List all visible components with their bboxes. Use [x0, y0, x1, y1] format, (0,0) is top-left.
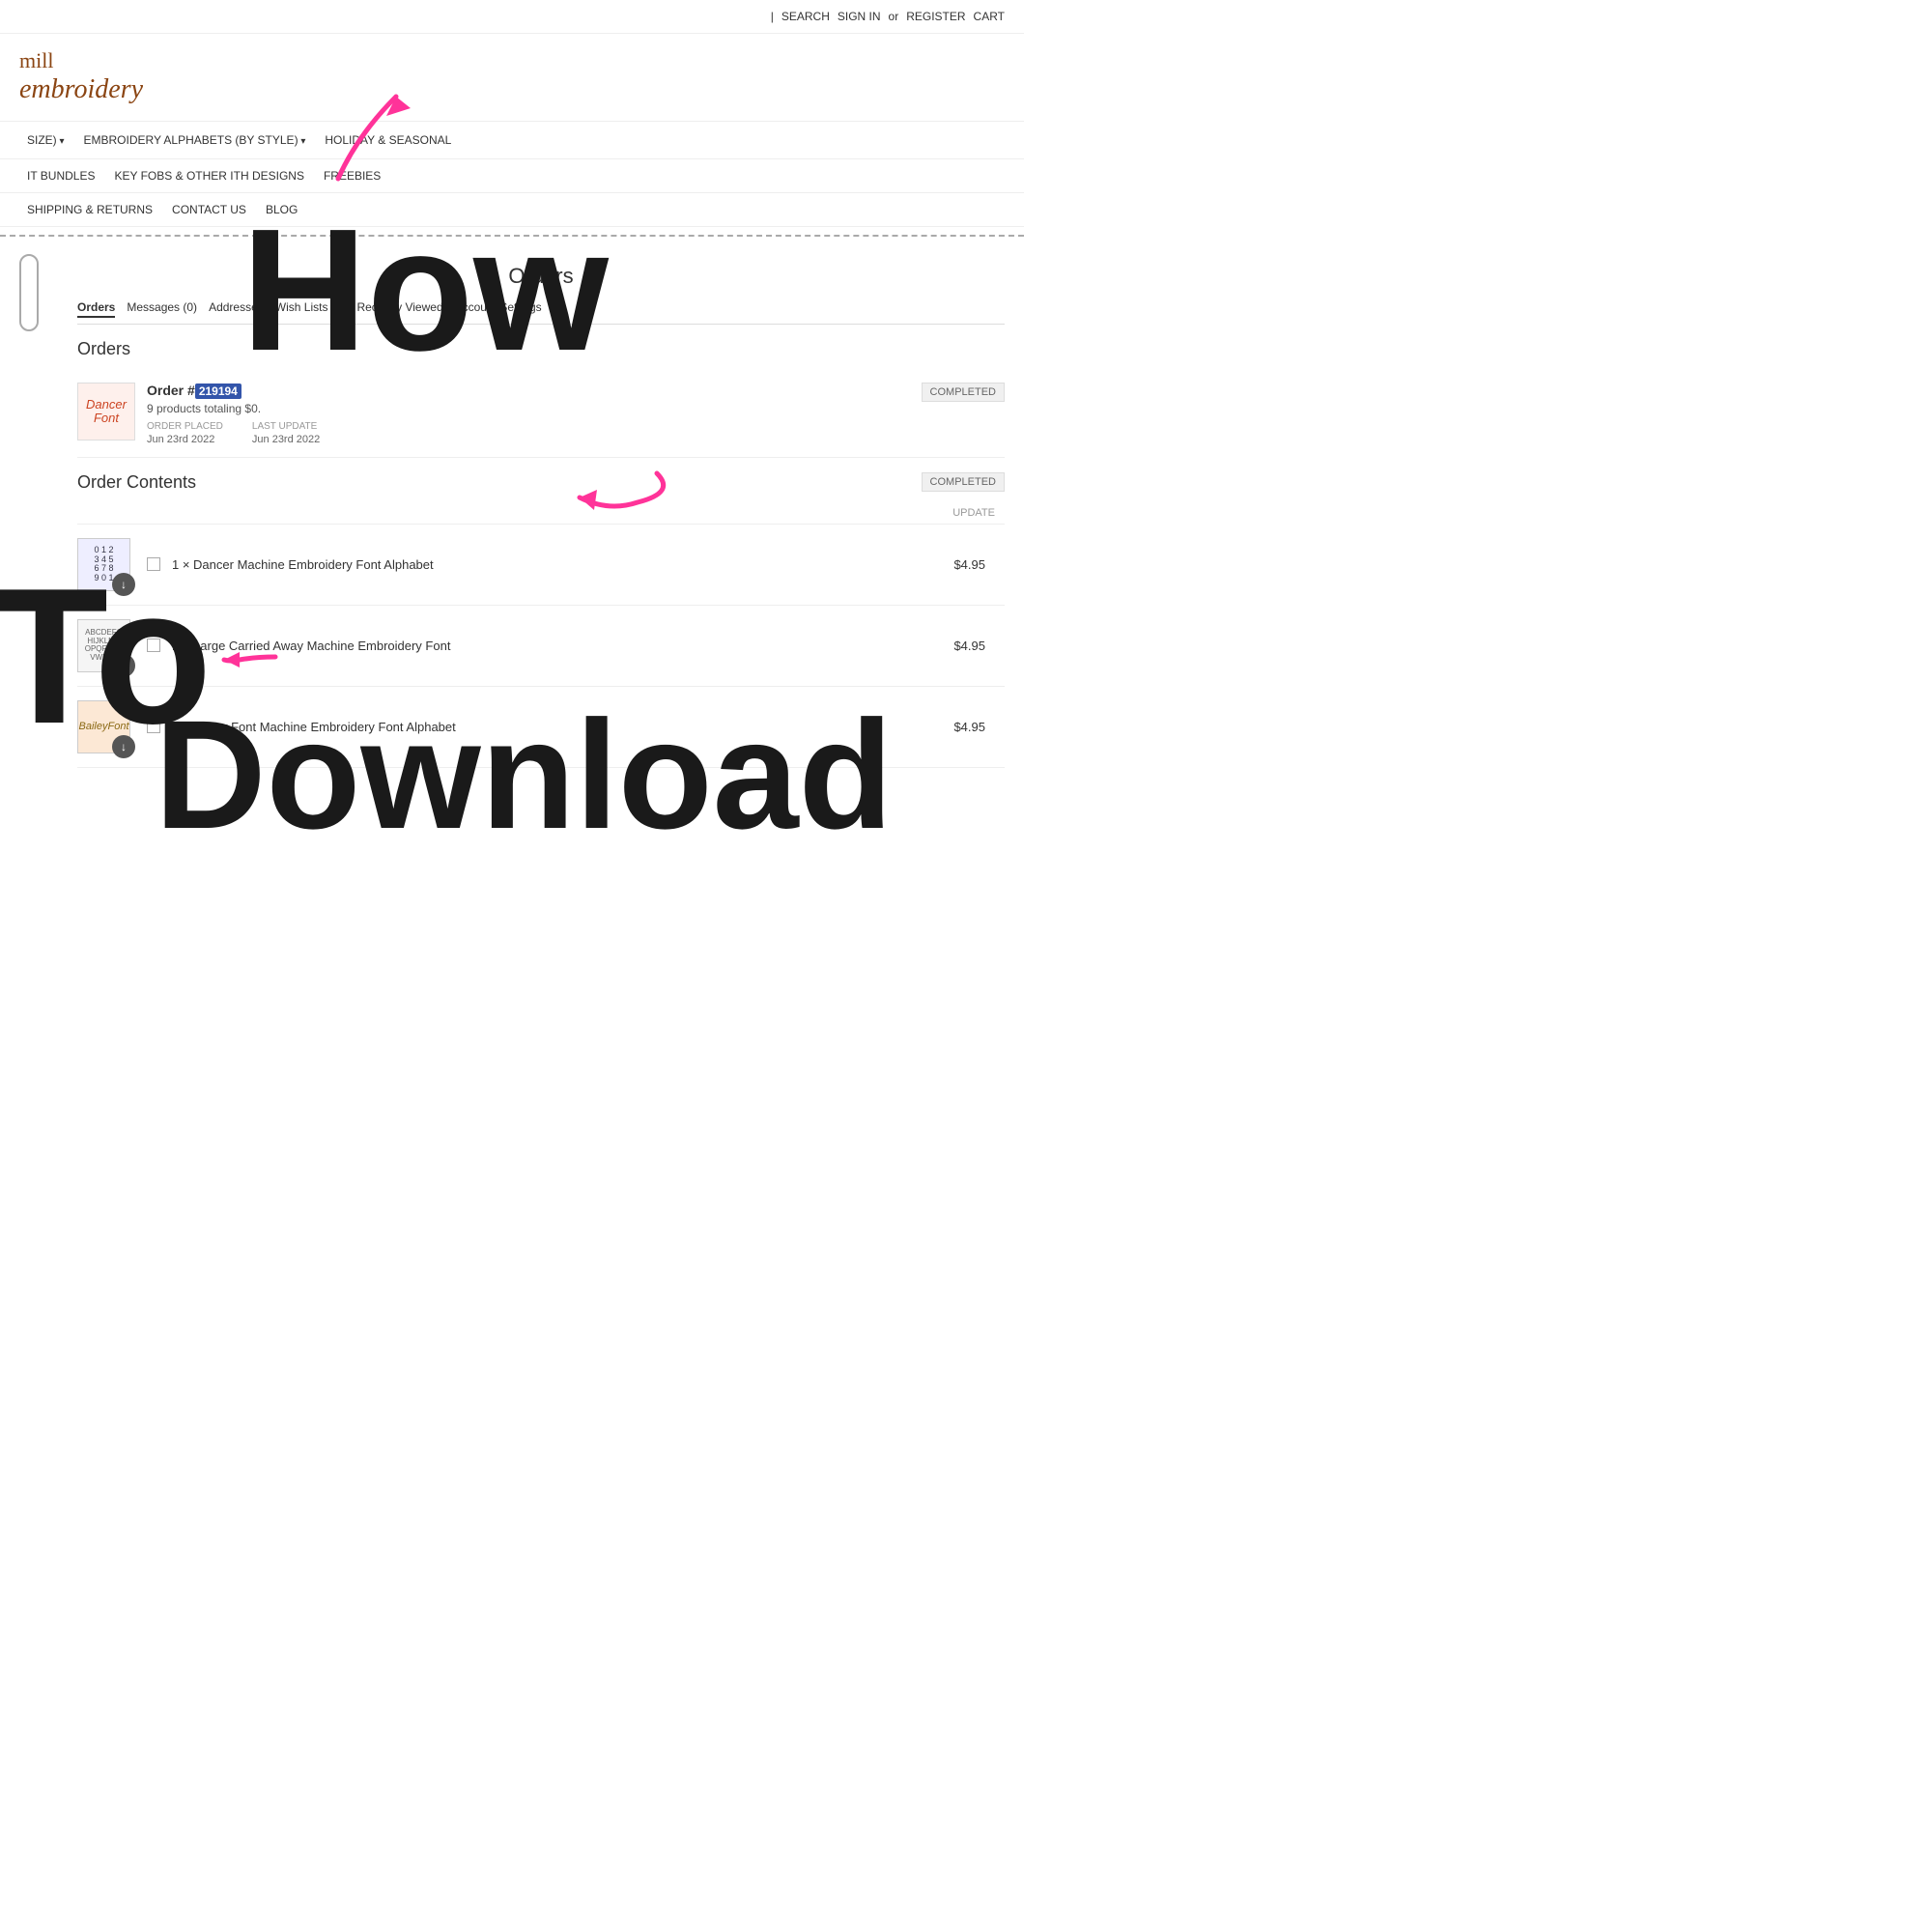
register-link[interactable]: REGISTER [906, 10, 965, 23]
nav-embroidery-alphabets[interactable]: EMBROIDERY ALPHABETS (BY STYLE) [75, 129, 313, 151]
nav-blog[interactable]: BLOG [258, 199, 305, 220]
tab-wishlists[interactable]: Wish Lists (2) [275, 298, 346, 318]
product-thumb-wrap-dancer: 0 1 23 4 56 7 89 0 1 ↓ [77, 538, 135, 591]
or-text: or [889, 10, 899, 23]
nav-bundles[interactable]: IT BUNDLES [19, 165, 102, 186]
page-title: Orders [77, 254, 1005, 289]
order-number-link[interactable]: 219194 [195, 384, 242, 399]
order-last-update-label: LAST UPDATE [252, 421, 320, 432]
nav-size[interactable]: SIZE) [19, 129, 71, 151]
order-last-update: LAST UPDATE Jun 23rd 2022 [252, 421, 320, 445]
product-checkbox-dancer[interactable] [147, 557, 160, 571]
logo-area: mill embroidery [0, 34, 1024, 121]
product-name-dancer: 1 × Dancer Machine Embroidery Font Alpha… [172, 557, 942, 572]
main-content: Orders Orders Messages (0) Addresses Wis… [58, 244, 1024, 778]
product-list-header: UPDATE [77, 502, 1005, 525]
tab-account-settings[interactable]: Account Settings [455, 298, 542, 318]
sidebar [0, 244, 58, 778]
product-thumb-wrap-bailey: BaileyFont ↓ [77, 700, 135, 753]
orders-section-title: Orders [77, 339, 1005, 359]
order-placed-label: ORDER PLACED [147, 421, 223, 432]
product-price-carried: $4.95 [953, 639, 985, 653]
product-name-bailey: 1 × Bailey Font Machine Embroidery Font … [172, 720, 942, 734]
product-checkbox-bailey[interactable] [147, 720, 160, 733]
sub-nav-row2: SHIPPING & RETURNS CONTACT US BLOG [0, 193, 1024, 227]
tab-addresses[interactable]: Addresses [209, 298, 264, 318]
order-info: Order #219194 9 products totaling $0. OR… [147, 383, 1005, 445]
download-button-bailey[interactable]: ↓ [112, 735, 135, 758]
dotted-separator [0, 235, 1024, 237]
sidebar-squiggle [19, 254, 39, 331]
product-price-bailey: $4.95 [953, 720, 985, 734]
order-number: Order #219194 [147, 383, 1005, 398]
nav-keyfobs[interactable]: KEY FOBS & OTHER ITH DESIGNS [106, 165, 311, 186]
sub-nav-row1: IT BUNDLES KEY FOBS & OTHER ITH DESIGNS … [0, 159, 1024, 193]
product-checkbox-carried[interactable] [147, 639, 160, 652]
nav-contact-us[interactable]: CONTACT US [164, 199, 254, 220]
order-contents-section: Order Contents COMPLETED UPDATE 0 1 23 4… [77, 472, 1005, 768]
tab-orders[interactable]: Orders [77, 298, 115, 318]
product-row-carried: ABCDEFGHIJKLMNOPQRSTUVWXYZ ↓ 1 × Large C… [77, 606, 1005, 687]
nav-freebies[interactable]: FREEBIES [316, 165, 388, 186]
logo-line1: mill [19, 48, 1005, 73]
download-button-dancer[interactable]: ↓ [112, 573, 135, 596]
order-contents-title: Order Contents [77, 472, 1005, 493]
product-row-dancer: 0 1 23 4 56 7 89 0 1 ↓ 1 × Dancer Machin… [77, 525, 1005, 606]
order-item: DancerFont Order #219194 9 products tota… [77, 371, 1005, 458]
order-label: Order # [147, 383, 195, 398]
order-meta: ORDER PLACED Jun 23rd 2022 LAST UPDATE J… [147, 421, 1005, 445]
order-contents-status-badge: COMPLETED [922, 472, 1005, 492]
account-tabs: Orders Messages (0) Addresses Wish Lists… [77, 298, 1005, 325]
page-layout: Orders Orders Messages (0) Addresses Wis… [0, 244, 1024, 778]
top-nav: | SEARCH SIGN IN or REGISTER CART [0, 0, 1024, 34]
order-products-summary: 9 products totaling $0. [147, 402, 1005, 415]
main-nav: SIZE) EMBROIDERY ALPHABETS (BY STYLE) HO… [0, 121, 1024, 159]
product-thumb-wrap-carried: ABCDEFGHIJKLMNOPQRSTUVWXYZ ↓ [77, 619, 135, 672]
update-column-header: UPDATE [952, 507, 995, 519]
logo-line2: embroidery [19, 73, 1005, 106]
cart-link[interactable]: CART [974, 10, 1005, 23]
product-row-bailey: BaileyFont ↓ 1 × Bailey Font Machine Emb… [77, 687, 1005, 768]
download-button-carried[interactable]: ↓ [112, 654, 135, 677]
order-last-update-date: Jun 23rd 2022 [252, 434, 320, 445]
site-logo[interactable]: mill embroidery [19, 48, 1005, 106]
order-status-badge: COMPLETED [922, 383, 1005, 402]
search-link[interactable]: SEARCH [781, 10, 830, 23]
tab-messages[interactable]: Messages (0) [127, 298, 197, 318]
product-name-carried: 1 × Large Carried Away Machine Embroider… [172, 639, 942, 653]
order-placed-date: Jun 23rd 2022 [147, 434, 214, 445]
signin-link[interactable]: SIGN IN [838, 10, 881, 23]
order-placed: ORDER PLACED Jun 23rd 2022 [147, 421, 223, 445]
product-price-dancer: $4.95 [953, 557, 985, 572]
nav-holiday[interactable]: HOLIDAY & SEASONAL [317, 129, 459, 151]
order-thumbnail: DancerFont [77, 383, 135, 440]
tab-recently-viewed[interactable]: Recently Viewed [356, 298, 442, 318]
nav-divider: | [771, 10, 774, 23]
nav-shipping[interactable]: SHIPPING & RETURNS [19, 199, 160, 220]
